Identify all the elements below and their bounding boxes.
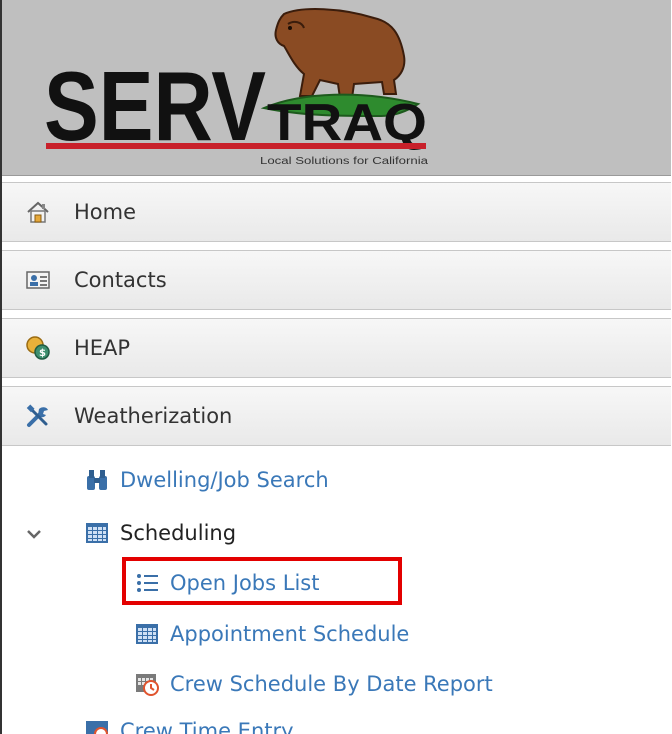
calendar-clock-icon (136, 674, 159, 696)
header: SERV TRAQ Local Solutions for California (2, 0, 671, 176)
submenu-crew-time-entry[interactable]: Crew Time Entry (84, 718, 294, 734)
submenu-scheduling-label: Scheduling (120, 521, 237, 545)
nav-contacts[interactable]: Contacts (2, 250, 671, 310)
tools-icon (26, 404, 48, 427)
app-sidebar: SERV TRAQ Local Solutions for California… (0, 0, 671, 734)
coins-icon: $ (26, 336, 50, 360)
submenu-crew-schedule-report-label: Crew Schedule By Date Report (170, 672, 493, 696)
nav-home[interactable]: Home (2, 182, 671, 242)
svg-text:Local Solutions for California: Local Solutions for California (260, 156, 429, 167)
highlight-box (122, 557, 402, 605)
nav-weatherization[interactable]: Weatherization (2, 386, 671, 446)
submenu-appointment-schedule[interactable]: Appointment Schedule (134, 621, 409, 647)
submenu-appointment-schedule-label: Appointment Schedule (170, 622, 410, 646)
nav-heap-label: HEAP (74, 336, 131, 360)
servtraq-logo: SERV TRAQ Local Solutions for California (44, 8, 429, 167)
calendar-grid-icon (86, 523, 108, 543)
nav-home-label: Home (74, 200, 137, 224)
home-icon (27, 201, 49, 223)
svg-text:$: $ (39, 348, 46, 359)
chevron-down-icon[interactable] (25, 527, 43, 541)
submenu-scheduling[interactable]: Scheduling (84, 520, 236, 546)
submenu-dwelling-search[interactable]: Dwelling/Job Search (84, 467, 329, 493)
binoculars-icon (87, 470, 107, 490)
submenu-crew-schedule-report[interactable]: Crew Schedule By Date Report (134, 671, 493, 697)
submenu-dwelling-search-label: Dwelling/Job Search (120, 468, 329, 492)
nav-heap[interactable]: $ HEAP (2, 318, 671, 378)
submenu-crew-time-entry-label: Crew Time Entry (120, 719, 294, 734)
calendar-clock-icon (86, 721, 108, 734)
nav-weatherization-label: Weatherization (74, 404, 233, 428)
contact-card-icon (26, 271, 50, 289)
nav-contacts-label: Contacts (74, 268, 167, 292)
calendar-grid-icon (136, 624, 158, 644)
